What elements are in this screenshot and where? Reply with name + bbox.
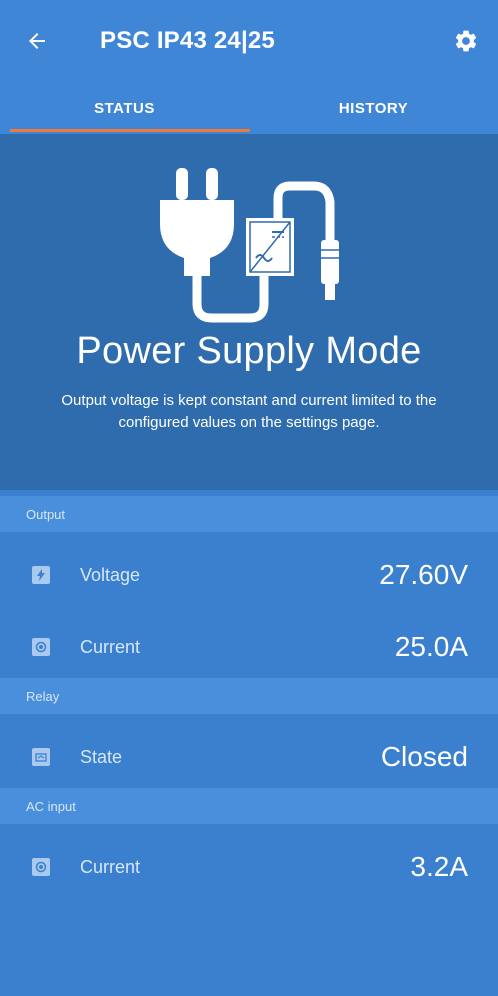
arrow-left-icon [29,33,45,49]
gear-icon [455,30,477,52]
row-value: 3.2A [410,851,468,882]
settings-button[interactable] [452,27,480,55]
row-value: Closed [380,741,468,772]
mode-hero: Power Supply Mode Output voltage is kept… [0,134,498,490]
row-label: State [80,746,123,767]
back-button[interactable] [22,26,52,56]
mode-title: Power Supply Mode [76,330,422,372]
active-tab-indicator [10,129,250,132]
tab-bar: STATUS HISTORY [0,82,498,134]
section-header-relay: Relay [0,678,498,714]
app-screen: PSC IP43 24|25 STATUS HISTORY Power Supp… [0,0,498,996]
page-title: PSC IP43 24|25 [100,27,275,54]
current-icon [32,858,50,876]
mode-description: Output voltage is kept constant and curr… [61,392,437,431]
row-output-current: Current 25.0A [0,611,498,683]
section-header-ac-input: AC input [0,788,498,824]
row-relay-state: State Closed [0,721,498,793]
tab-status[interactable]: STATUS [0,82,249,134]
relay-icon [32,748,50,766]
app-bar: PSC IP43 24|25 [0,0,498,82]
row-value: 27.60V [379,559,468,590]
current-icon [32,638,50,656]
row-value: 25.0A [394,631,468,662]
row-output-voltage: Voltage 27.60V [0,539,498,611]
tab-history[interactable]: HISTORY [249,82,498,134]
section-header-output: Output [0,496,498,532]
row-label: Voltage [80,564,141,585]
row-label: Current [80,636,141,657]
bolt-icon [32,566,50,584]
plug-charger-icon [160,168,339,323]
row-ac-current: Current 3.2A [0,831,498,903]
row-label: Current [80,856,141,877]
